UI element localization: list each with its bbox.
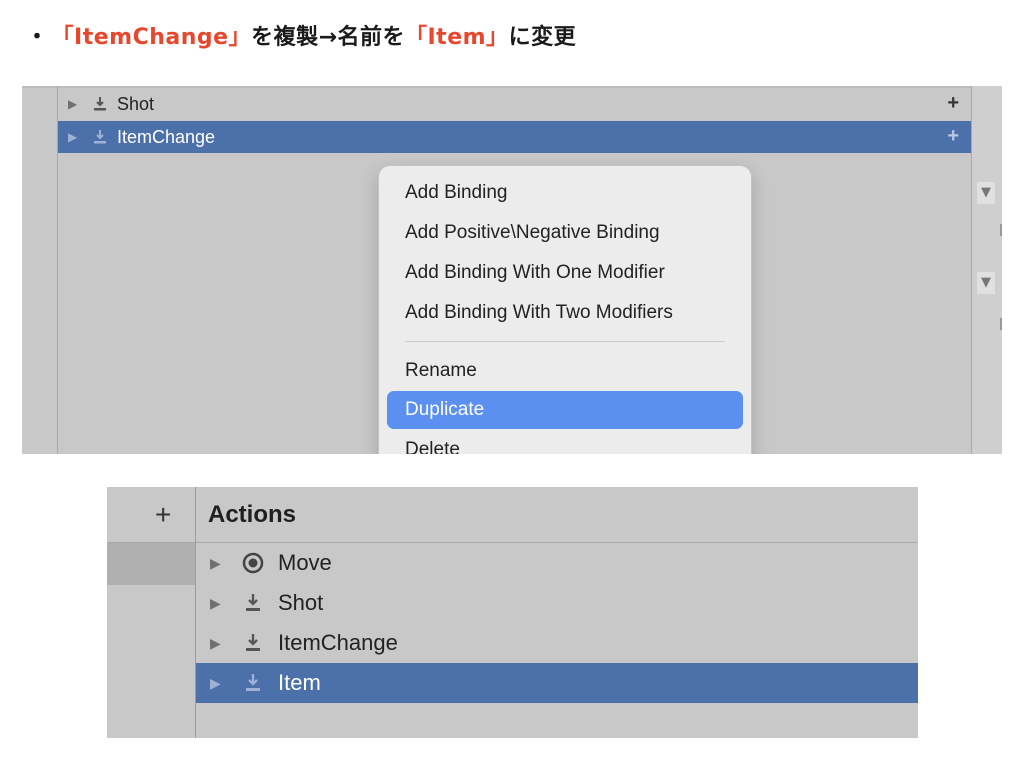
action-button-icon	[246, 634, 260, 651]
action-label: Move	[278, 550, 332, 575]
actions-panel-after: + Actions ▶ Move ▶ Shot ▶ ItemChange ▶ I…	[107, 487, 918, 738]
menu-item-add-binding-two-modifiers[interactable]: Add Binding With Two Modifiers	[387, 294, 743, 332]
selected-action-map[interactable]	[107, 543, 195, 585]
expand-triangle-icon[interactable]: ▶	[210, 555, 230, 572]
context-menu: Add Binding Add Positive\Negative Bindin…	[378, 165, 752, 454]
actions-title: Actions	[208, 501, 297, 528]
action-label: ItemChange	[278, 630, 398, 655]
menu-separator	[405, 341, 725, 342]
expand-triangle-icon[interactable]: ▶	[210, 635, 230, 652]
action-button-icon	[246, 594, 260, 611]
menu-item-duplicate[interactable]: Duplicate	[387, 391, 743, 429]
action-row-itemchange[interactable]: ▶ ItemChange	[196, 623, 918, 663]
action-button-icon	[246, 674, 260, 691]
menu-item-add-positive-negative-binding[interactable]: Add Positive\Negative Binding	[387, 214, 743, 252]
action-row-item[interactable]: ▶ Item	[196, 663, 918, 703]
expand-triangle-icon[interactable]: ▶	[210, 595, 230, 612]
expand-triangle-icon[interactable]: ▶	[210, 675, 230, 692]
action-row-move[interactable]: ▶ Move	[196, 543, 918, 583]
menu-item-rename[interactable]: Rename	[387, 352, 743, 390]
menu-item-add-binding[interactable]: Add Binding	[387, 174, 743, 212]
action-label: Item	[278, 670, 321, 695]
menu-item-delete[interactable]: Delete	[387, 431, 743, 454]
action-value-icon	[242, 552, 264, 574]
menu-item-add-binding-one-modifier[interactable]: Add Binding With One Modifier	[387, 254, 743, 292]
action-label: Shot	[278, 590, 324, 615]
action-row-shot[interactable]: ▶ Shot	[196, 583, 918, 623]
actions-header: + Actions	[107, 487, 918, 543]
add-action-map-icon[interactable]: +	[155, 499, 171, 531]
context-menu-clip: Add Binding Add Positive\Negative Bindin…	[0, 0, 1024, 454]
